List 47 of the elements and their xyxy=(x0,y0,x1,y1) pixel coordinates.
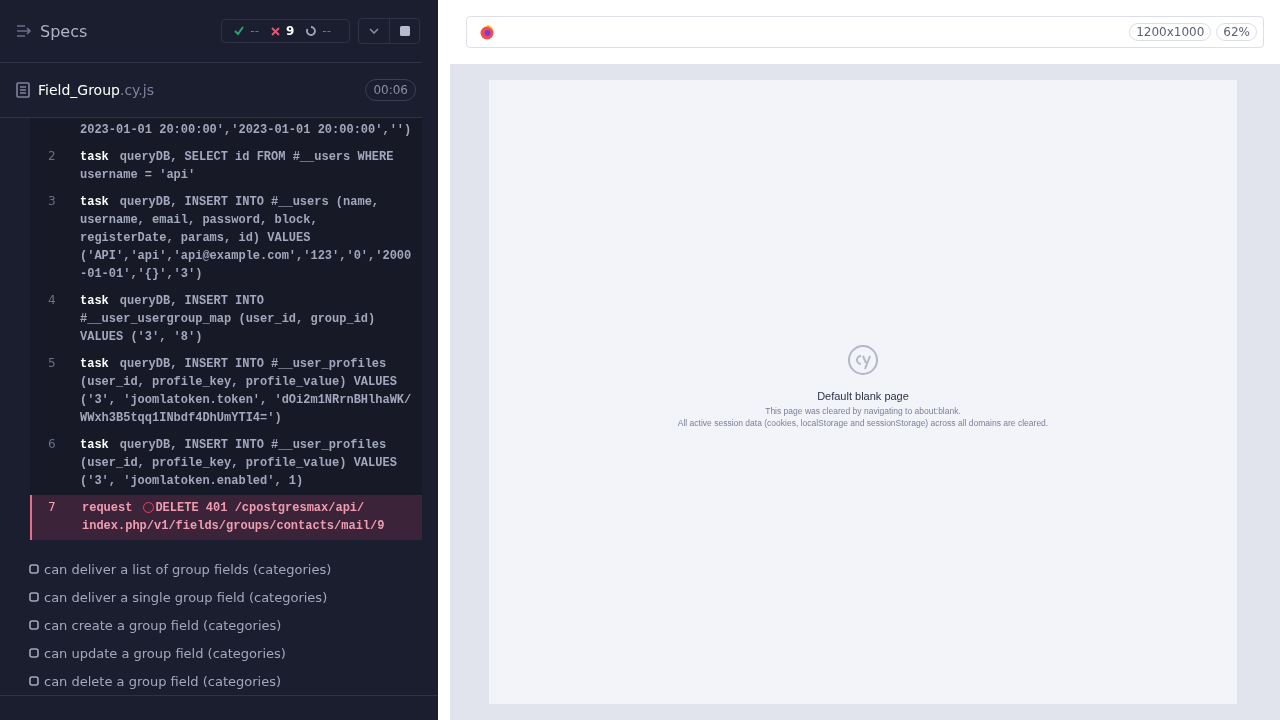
command-row[interactable]: 7 request DELETE 401 /cpostgresmax/api/ index.php/v1/fields/groups/contacts/mail/9 xyxy=(30,495,422,541)
document-icon xyxy=(16,82,30,99)
command-text: task queryDB, INSERT INTO #__user_usergroup_map (user_id, group_id) VALUES ('3', '8') xyxy=(80,293,377,347)
test-status-icon xyxy=(29,648,39,659)
command-row[interactable]: 4 task queryDB, INSERT INTO #__user_usergroup_map (user_id, group_id) VALUES ('3', '8') xyxy=(30,288,422,352)
passed-count: -- xyxy=(250,24,259,39)
test-status-icon xyxy=(29,620,39,631)
pending-icon xyxy=(306,26,317,37)
command-text: task queryDB, INSERT INTO #__user_profiles (user_id, profile_key, profile_value) VALUES ('3', 'joomlatoken.enabled', 1) xyxy=(80,437,398,491)
chevron-down-icon xyxy=(369,28,379,35)
command-text: request DELETE 401 /cpostgresmax/api/ index.php/v1/fields/groups/contacts/mail/9 xyxy=(82,500,386,536)
line-number: 7 xyxy=(47,499,57,517)
test-item[interactable]: can deliver a single group field (categories) xyxy=(0,583,438,612)
test-status-icon xyxy=(29,592,39,603)
line-number: 6 xyxy=(47,436,57,454)
check-icon xyxy=(234,26,245,37)
command-text: task queryDB, INSERT INTO #__user_profiles (user_id, profile_key, profile_value) VALUES ('3', 'joomlatoken.token', 'dOi2m1NRrnBHlhaWK/ WWxh3B5tqq1INbdf4DhUmYTI4=') xyxy=(80,356,413,428)
command-row[interactable]: 2023-01-01 20:00:00','2023-01-01 20:00:00','') xyxy=(30,118,422,145)
command-row[interactable]: 6 task queryDB, INSERT INTO #__user_profiles (user_id, profile_key, profile_value) VALUES ('3', 'joomlatoken.enabled', 1) xyxy=(30,432,422,496)
command-text: task queryDB, INSERT INTO #__users (name, username, email, password, block, registerDate, params, id) VALUES ('API','api','api@example.com','123','0','2000 -01-01','{}','3') xyxy=(80,194,413,284)
blank-page-text: All active session data (cookies, localStorage and sessionStorage) across all domains are cleared. xyxy=(677,418,1049,428)
line-number: 3 xyxy=(47,193,57,211)
command-row[interactable]: 3 task queryDB, INSERT INTO #__users (name, username, email, password, block, registerDate, params, id) VALUES ('API','api','api@example.com','123','0','2000 -01-01','{}','3') xyxy=(30,189,422,289)
logo-icon xyxy=(847,344,879,376)
stop-icon xyxy=(399,26,410,37)
command-row[interactable]: 2 task queryDB, SELECT id FROM #__users WHERE username = 'api' xyxy=(30,144,422,190)
pending-count: -- xyxy=(322,24,331,39)
specs-title[interactable]: Specs xyxy=(40,21,222,41)
blank-page-heading: Default blank page xyxy=(817,390,909,402)
blank-page-text: This page was cleared by navigating to about:blank. xyxy=(765,406,961,416)
test-item[interactable]: can create a group field (categories) xyxy=(0,611,438,640)
test-status-icon xyxy=(29,564,39,575)
menu-icon[interactable] xyxy=(16,24,32,39)
line-number: 5 xyxy=(47,355,57,373)
line-number: 2 xyxy=(47,148,57,166)
test-item[interactable]: can deliver a list of group fields (categories) xyxy=(0,555,438,584)
browser-icon xyxy=(479,24,495,40)
line-number: 4 xyxy=(47,292,57,310)
command-text: task queryDB, SELECT id FROM #__users WHERE username = 'api' xyxy=(80,149,395,185)
test-item[interactable]: can delete a group field (categories) xyxy=(0,667,438,696)
cross-icon xyxy=(270,26,280,36)
test-item[interactable]: can update a group field (categories) xyxy=(0,639,438,668)
failed-count: 9 xyxy=(285,24,295,39)
spec-file-name: Field_Group.cy.js xyxy=(38,82,155,99)
command-text: 2023-01-01 20:00:00','2023-01-01 20:00:00','') xyxy=(80,122,413,140)
test-status-icon xyxy=(29,676,39,687)
command-row[interactable]: 5 task queryDB, INSERT INTO #__user_profiles (user_id, profile_key, profile_value) VALUES ('3', 'joomlatoken.token', 'dOi2m1NRrnBHlhaWK/ WWxh3B5tqq1INbdf4DhUmYTI4=') xyxy=(30,351,422,433)
